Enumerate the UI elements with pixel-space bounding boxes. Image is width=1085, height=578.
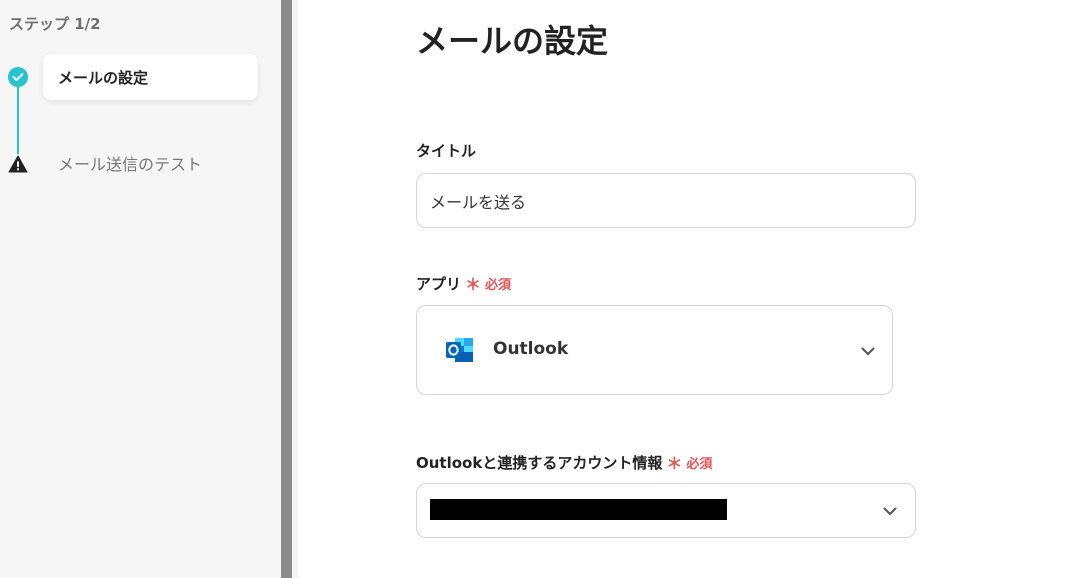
step-connector-line <box>17 86 19 154</box>
outlook-icon <box>445 336 475 364</box>
check-icon <box>8 67 28 87</box>
step-counter: ステップ 1/2 <box>9 15 101 33</box>
account-field-label: Outlookと連携するアカウント情報 ＊ 必須 <box>416 450 712 474</box>
step-item-label: メール送信のテスト <box>58 155 203 174</box>
title-input[interactable] <box>416 173 916 228</box>
app-select[interactable]: Outlook <box>416 305 893 395</box>
title-field-label: タイトル <box>416 140 476 161</box>
required-asterisk: ＊ <box>666 454 683 473</box>
redacted-account-value <box>430 499 727 520</box>
step-sidebar: ステップ 1/2 メールの設定 メール送信のテスト <box>0 0 281 578</box>
required-asterisk: ＊ <box>465 275 482 294</box>
app-field-label: アプリ ＊ 必須 <box>416 271 511 295</box>
page-title: メールの設定 <box>416 22 609 60</box>
panel-scrollbar[interactable] <box>281 0 292 578</box>
step-item-mail-settings[interactable]: メールの設定 <box>43 54 258 100</box>
account-label-text: Outlookと連携するアカウント情報 <box>416 453 663 472</box>
step-item-mail-test[interactable]: メール送信のテスト <box>58 151 202 175</box>
panel-divider <box>292 0 298 578</box>
step-item-label: メールの設定 <box>58 68 149 87</box>
title-label-text: タイトル <box>416 142 477 160</box>
selected-app-name: Outlook <box>493 339 569 359</box>
required-badge: 必須 <box>686 456 713 472</box>
app-label-text: アプリ <box>416 274 462 293</box>
required-badge: 必須 <box>485 277 512 293</box>
chevron-down-icon <box>861 347 875 355</box>
warning-icon <box>8 154 28 174</box>
chevron-down-icon <box>883 507 897 515</box>
account-select[interactable] <box>416 483 916 538</box>
